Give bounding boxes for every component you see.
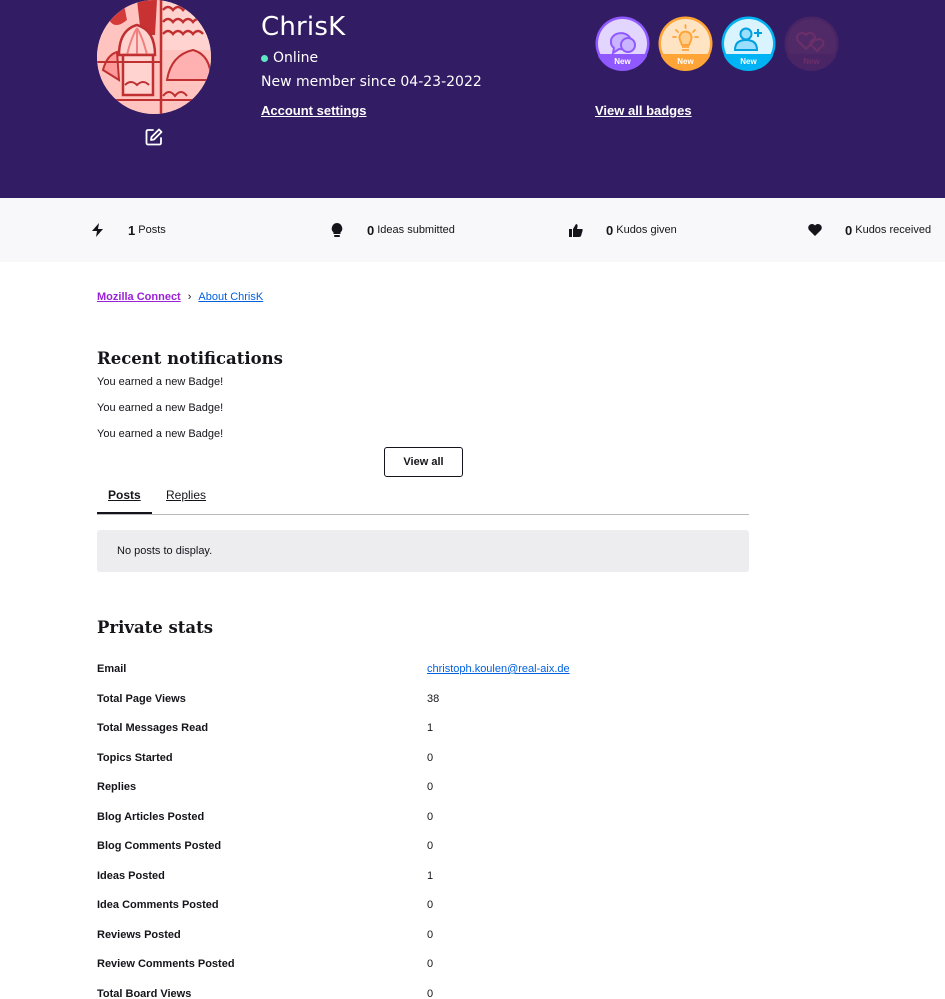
private-stat-row: Blog Articles Posted 0 xyxy=(97,811,697,827)
stat-ideas-label: Ideas submitted xyxy=(377,224,455,236)
stat-ideas: 0 Ideas submitted xyxy=(329,220,455,240)
private-stat-label: Total Page Views xyxy=(97,692,186,705)
member-since: New member since 04-23-2022 xyxy=(261,74,482,90)
stat-kudos-received: 0 Kudos received xyxy=(807,220,931,240)
notification-item[interactable]: You earned a new Badge! xyxy=(97,376,223,388)
private-stat-row: Review Comments Posted 0 xyxy=(97,958,697,974)
private-stat-row: Total Messages Read 1 xyxy=(97,722,697,738)
private-stat-label: Idea Comments Posted xyxy=(97,899,219,911)
private-stat-value: 1 xyxy=(427,869,434,882)
private-stat-value: 0 xyxy=(427,781,434,793)
private-stat-label: Blog Comments Posted xyxy=(97,840,222,852)
stat-posts-label: Posts xyxy=(138,224,166,236)
private-stat-row: Replies 0 xyxy=(97,781,697,797)
breadcrumb-home-link[interactable]: Mozilla Connect xyxy=(97,291,181,303)
svg-text:New: New xyxy=(677,57,694,66)
private-stat-label: Ideas Posted xyxy=(97,869,165,882)
private-stat-value: 38 xyxy=(427,692,440,705)
notification-item[interactable]: You earned a new Badge! xyxy=(97,402,223,414)
online-dot-icon xyxy=(261,54,268,62)
empty-posts-message: No posts to display. xyxy=(97,530,749,572)
private-stat-row: Idea Comments Posted 0 xyxy=(97,899,697,915)
stat-kudos-received-value: 0 xyxy=(845,222,853,238)
avatar-image xyxy=(97,0,211,114)
stats-bar: 1 Posts 0 Ideas submitted 0 Kudos given … xyxy=(0,198,945,262)
private-stat-label: Review Comments Posted xyxy=(97,958,235,970)
notification-item[interactable]: You earned a new Badge! xyxy=(97,428,223,440)
svg-text:New: New xyxy=(614,57,631,66)
private-stat-row: Blog Comments Posted 0 xyxy=(97,840,697,856)
private-stat-label: Blog Articles Posted xyxy=(97,810,205,823)
lightning-icon xyxy=(90,222,106,238)
private-stat-value: 0 xyxy=(427,899,434,911)
private-stat-row: Total Board Views 0 xyxy=(97,988,697,999)
lightbulb-icon xyxy=(329,222,345,238)
thumbs-up-icon xyxy=(568,222,584,238)
badges-list: New New New New xyxy=(595,16,839,71)
private-stat-label: Topics Started xyxy=(97,751,173,764)
email-link[interactable]: christoph.koulen@real-aix.de xyxy=(427,663,570,675)
stat-kudos-given-value: 0 xyxy=(606,222,614,238)
svg-text:New: New xyxy=(740,57,757,66)
private-stat-label: Replies xyxy=(97,781,137,793)
private-stat-value: 0 xyxy=(427,751,434,764)
chevron-right-icon: › xyxy=(187,291,192,303)
private-stat-value: 0 xyxy=(427,987,434,999)
stat-kudos-received-label: Kudos received xyxy=(855,224,932,236)
profile-header: ChrisK Online New member since 04-23-202… xyxy=(0,0,945,198)
tab-replies[interactable]: Replies xyxy=(166,488,206,512)
private-stat-value: 0 xyxy=(427,810,434,823)
stat-kudos-given-label: Kudos given xyxy=(616,224,677,236)
badge-add-user[interactable]: New xyxy=(721,16,776,71)
stat-posts: 1 Posts xyxy=(90,220,166,240)
private-stat-label: Total Board Views xyxy=(97,987,192,999)
private-stat-row: Ideas Posted 1 xyxy=(97,870,697,886)
online-status-label: Online xyxy=(273,50,319,66)
private-stat-row: Email christoph.koulen@real-aix.de xyxy=(97,663,697,679)
private-stat-value: 0 xyxy=(427,840,434,852)
private-stat-value: 1 xyxy=(427,722,434,734)
tab-posts[interactable]: Posts xyxy=(97,488,152,514)
private-stat-row: Reviews Posted 0 xyxy=(97,929,697,945)
view-all-notifications-button[interactable]: View all xyxy=(384,447,463,477)
private-stat-value: 0 xyxy=(427,958,434,970)
badge-lightbulb[interactable]: New xyxy=(658,16,713,71)
private-stat-row: Topics Started 0 xyxy=(97,752,697,768)
stat-posts-value: 1 xyxy=(128,222,136,238)
stat-kudos-given: 0 Kudos given xyxy=(568,220,677,240)
stat-ideas-value: 0 xyxy=(367,222,375,238)
posts-tabs: Posts Replies xyxy=(97,484,749,515)
view-all-badges-link[interactable]: View all badges xyxy=(595,103,692,118)
notifications-title: Recent notifications xyxy=(97,349,283,368)
breadcrumb: Mozilla Connect › About ChrisK xyxy=(97,291,263,303)
avatar xyxy=(97,0,211,114)
svg-text:New: New xyxy=(803,57,820,66)
badge-speech-bubbles[interactable]: New xyxy=(595,16,650,71)
private-stat-label: Email xyxy=(97,663,127,675)
breadcrumb-current-link[interactable]: About ChrisK xyxy=(198,291,263,303)
account-settings-link[interactable]: Account settings xyxy=(261,103,366,118)
online-status: Online xyxy=(261,50,318,66)
private-stats-title: Private stats xyxy=(97,618,214,637)
heart-icon xyxy=(807,222,823,238)
badge-hearts[interactable]: New xyxy=(784,16,839,71)
private-stat-value: 0 xyxy=(427,928,434,941)
edit-avatar-icon[interactable] xyxy=(144,127,164,147)
private-stat-label: Reviews Posted xyxy=(97,928,181,941)
private-stat-label: Total Messages Read xyxy=(97,722,209,734)
private-stat-row: Total Page Views 38 xyxy=(97,693,697,709)
username: ChrisK xyxy=(261,12,346,42)
